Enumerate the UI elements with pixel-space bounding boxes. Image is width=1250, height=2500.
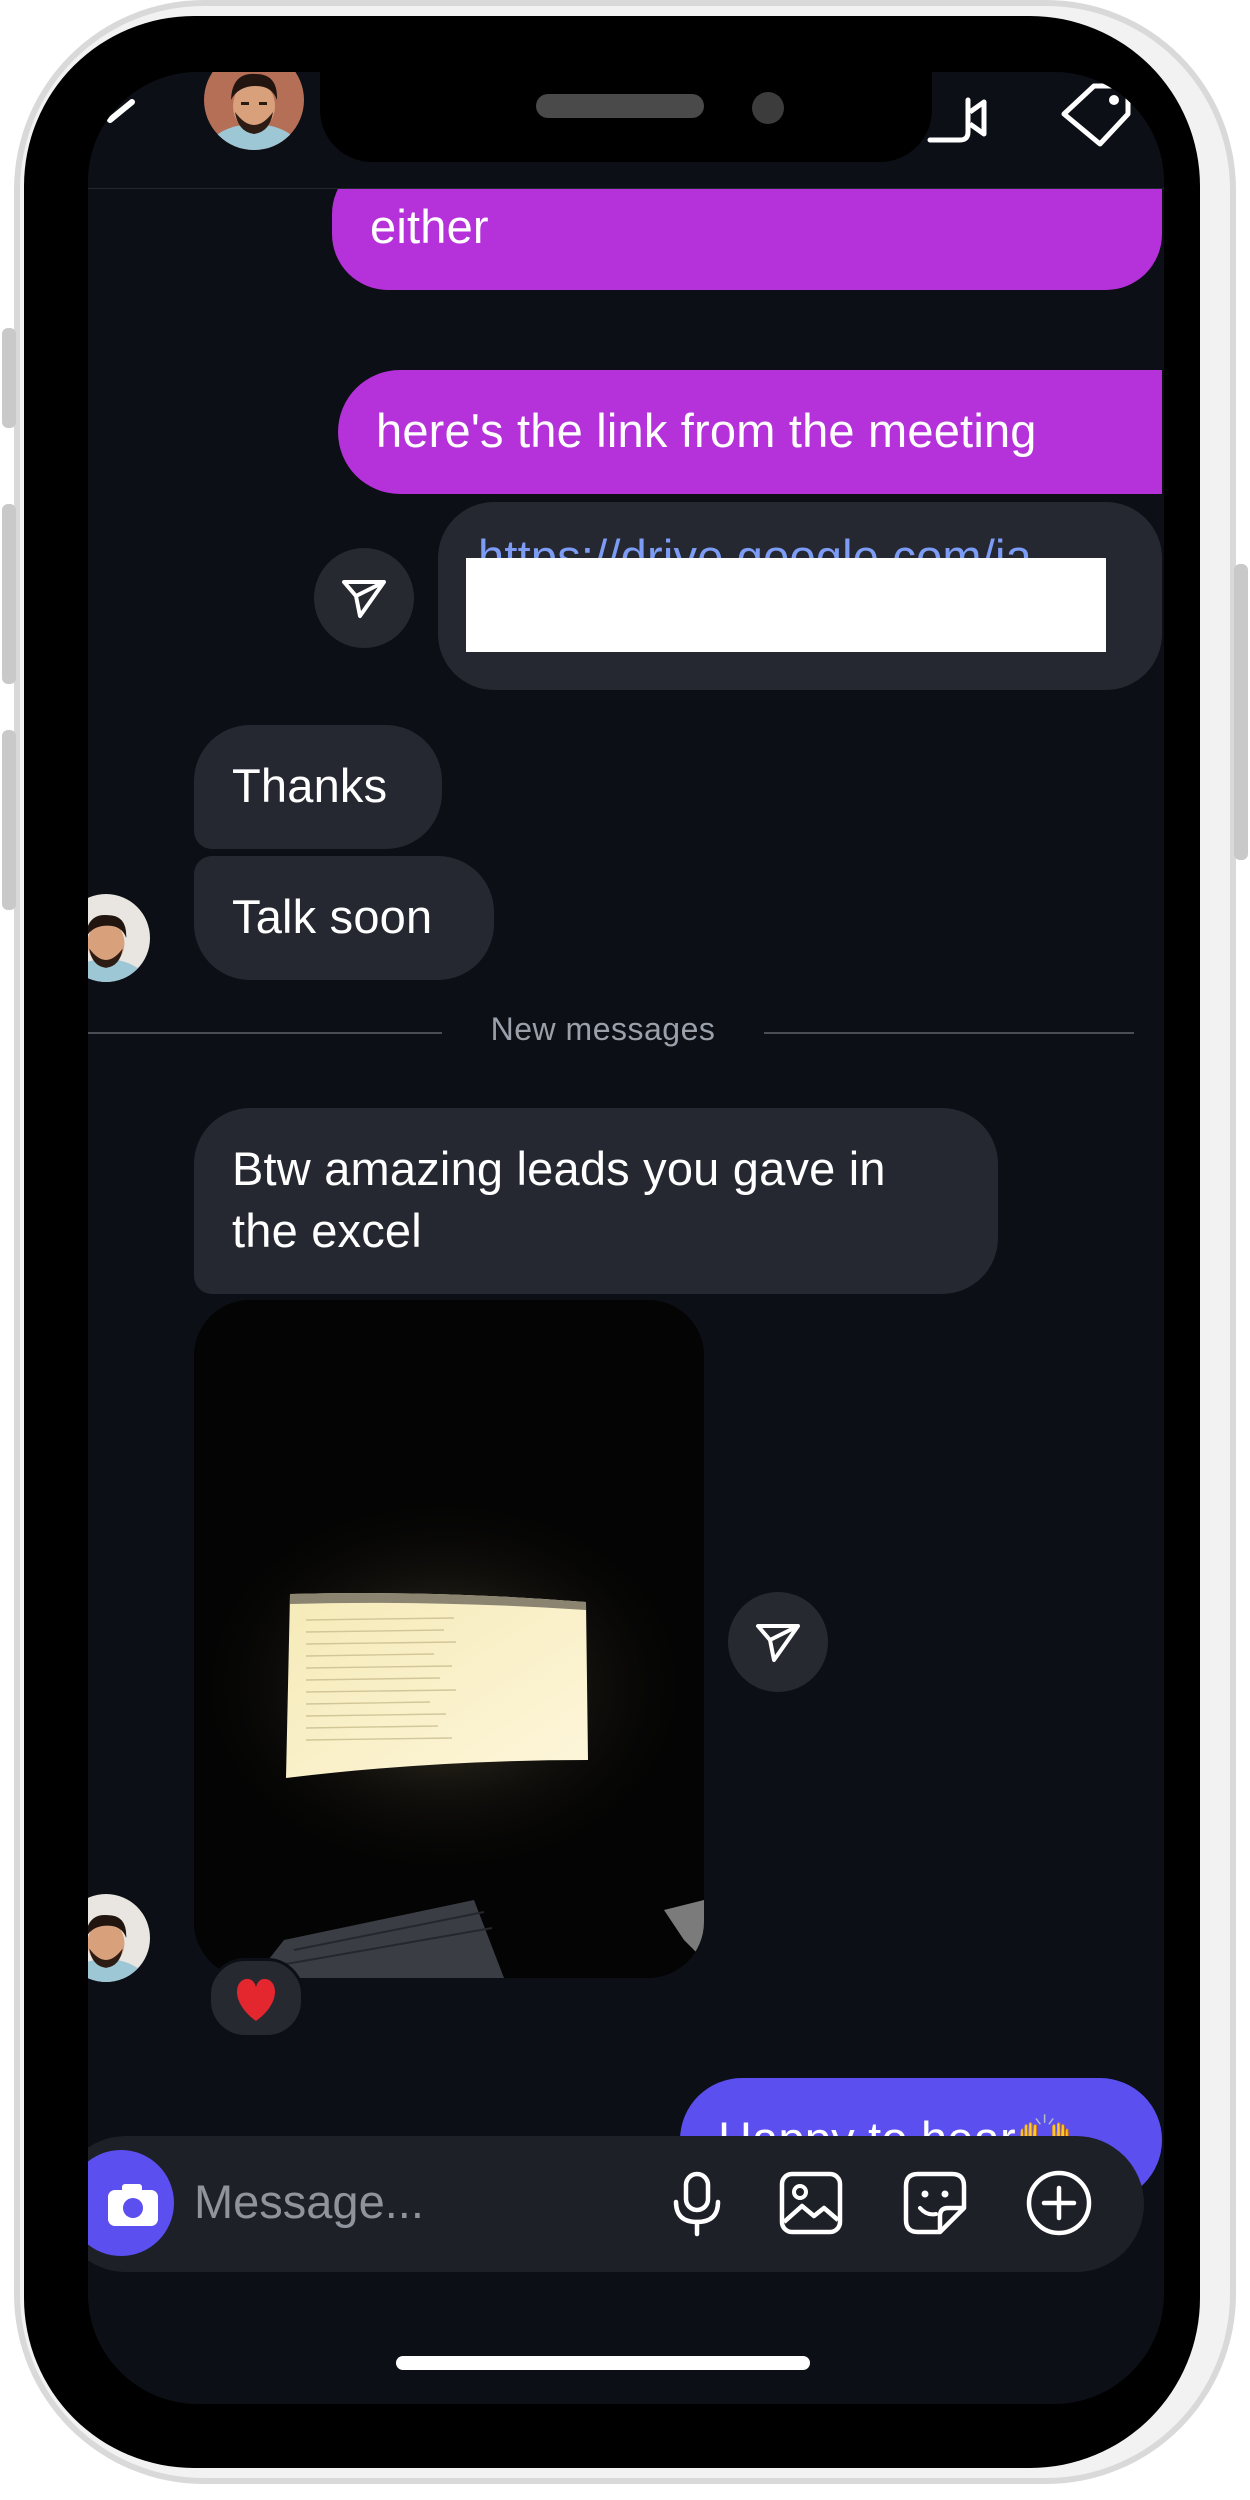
message-text: here's the link from the meeting [376, 404, 1037, 457]
camera-icon [108, 2184, 158, 2226]
tag-icon[interactable] [1056, 80, 1136, 150]
message-text: either [370, 200, 489, 253]
message-text: Talk soon [232, 890, 433, 943]
link-message[interactable]: https://drive.google.com/ja [438, 502, 1162, 690]
contact-avatar[interactable] [204, 72, 304, 150]
paper-plane-icon [756, 1624, 800, 1662]
incoming-message[interactable]: Btw amazing leads you gave in the excel [194, 1108, 998, 1294]
image-icon[interactable] [776, 2168, 846, 2238]
home-indicator[interactable] [396, 2356, 810, 2370]
new-messages-divider: New messages [490, 1011, 716, 1047]
heart-reaction[interactable]: ❤️ [208, 1958, 304, 2038]
volume-up-button [2, 504, 16, 684]
divider-line [764, 1032, 1134, 1034]
video-camera-icon[interactable] [926, 90, 990, 146]
chat-screen: either here's the link from the meeting … [88, 72, 1164, 2404]
message-text: Thanks [232, 759, 388, 812]
sender-avatar[interactable] [88, 894, 150, 982]
message-text-line: the excel [232, 1204, 422, 1257]
microphone-icon[interactable] [662, 2168, 732, 2238]
heart-icon [236, 1978, 276, 2021]
avatar-photo [204, 72, 304, 150]
share-button[interactable] [728, 1592, 828, 1692]
incoming-message[interactable]: Talk soon [194, 856, 494, 980]
photo-message[interactable] [194, 1300, 704, 1978]
avatar-photo [88, 894, 150, 982]
laptop-screen-photo [194, 1300, 704, 1978]
redaction-box [466, 558, 1106, 652]
share-button[interactable] [314, 548, 414, 648]
volume-down-button [2, 730, 16, 910]
paper-plane-icon [342, 580, 386, 618]
plus-circle-icon[interactable] [1024, 2168, 1094, 2238]
outgoing-message[interactable]: here's the link from the meeting [338, 370, 1162, 494]
notch [320, 72, 932, 162]
avatar-photo [88, 1894, 150, 1982]
sticker-icon[interactable] [900, 2168, 970, 2238]
divider-line [88, 1032, 442, 1034]
front-camera [752, 92, 784, 124]
silent-switch [2, 328, 16, 428]
camera-button[interactable] [88, 2150, 174, 2256]
message-text-line: Btw amazing leads you gave in [232, 1142, 886, 1195]
incoming-message[interactable]: Thanks [194, 725, 442, 849]
speaker-grille [536, 94, 704, 118]
message-list[interactable]: either here's the link from the meeting … [88, 158, 1164, 2202]
message-input[interactable] [194, 2169, 574, 2233]
chevron-left-icon[interactable] [102, 98, 138, 138]
sender-avatar[interactable] [88, 1894, 150, 1982]
power-button [1234, 564, 1248, 860]
